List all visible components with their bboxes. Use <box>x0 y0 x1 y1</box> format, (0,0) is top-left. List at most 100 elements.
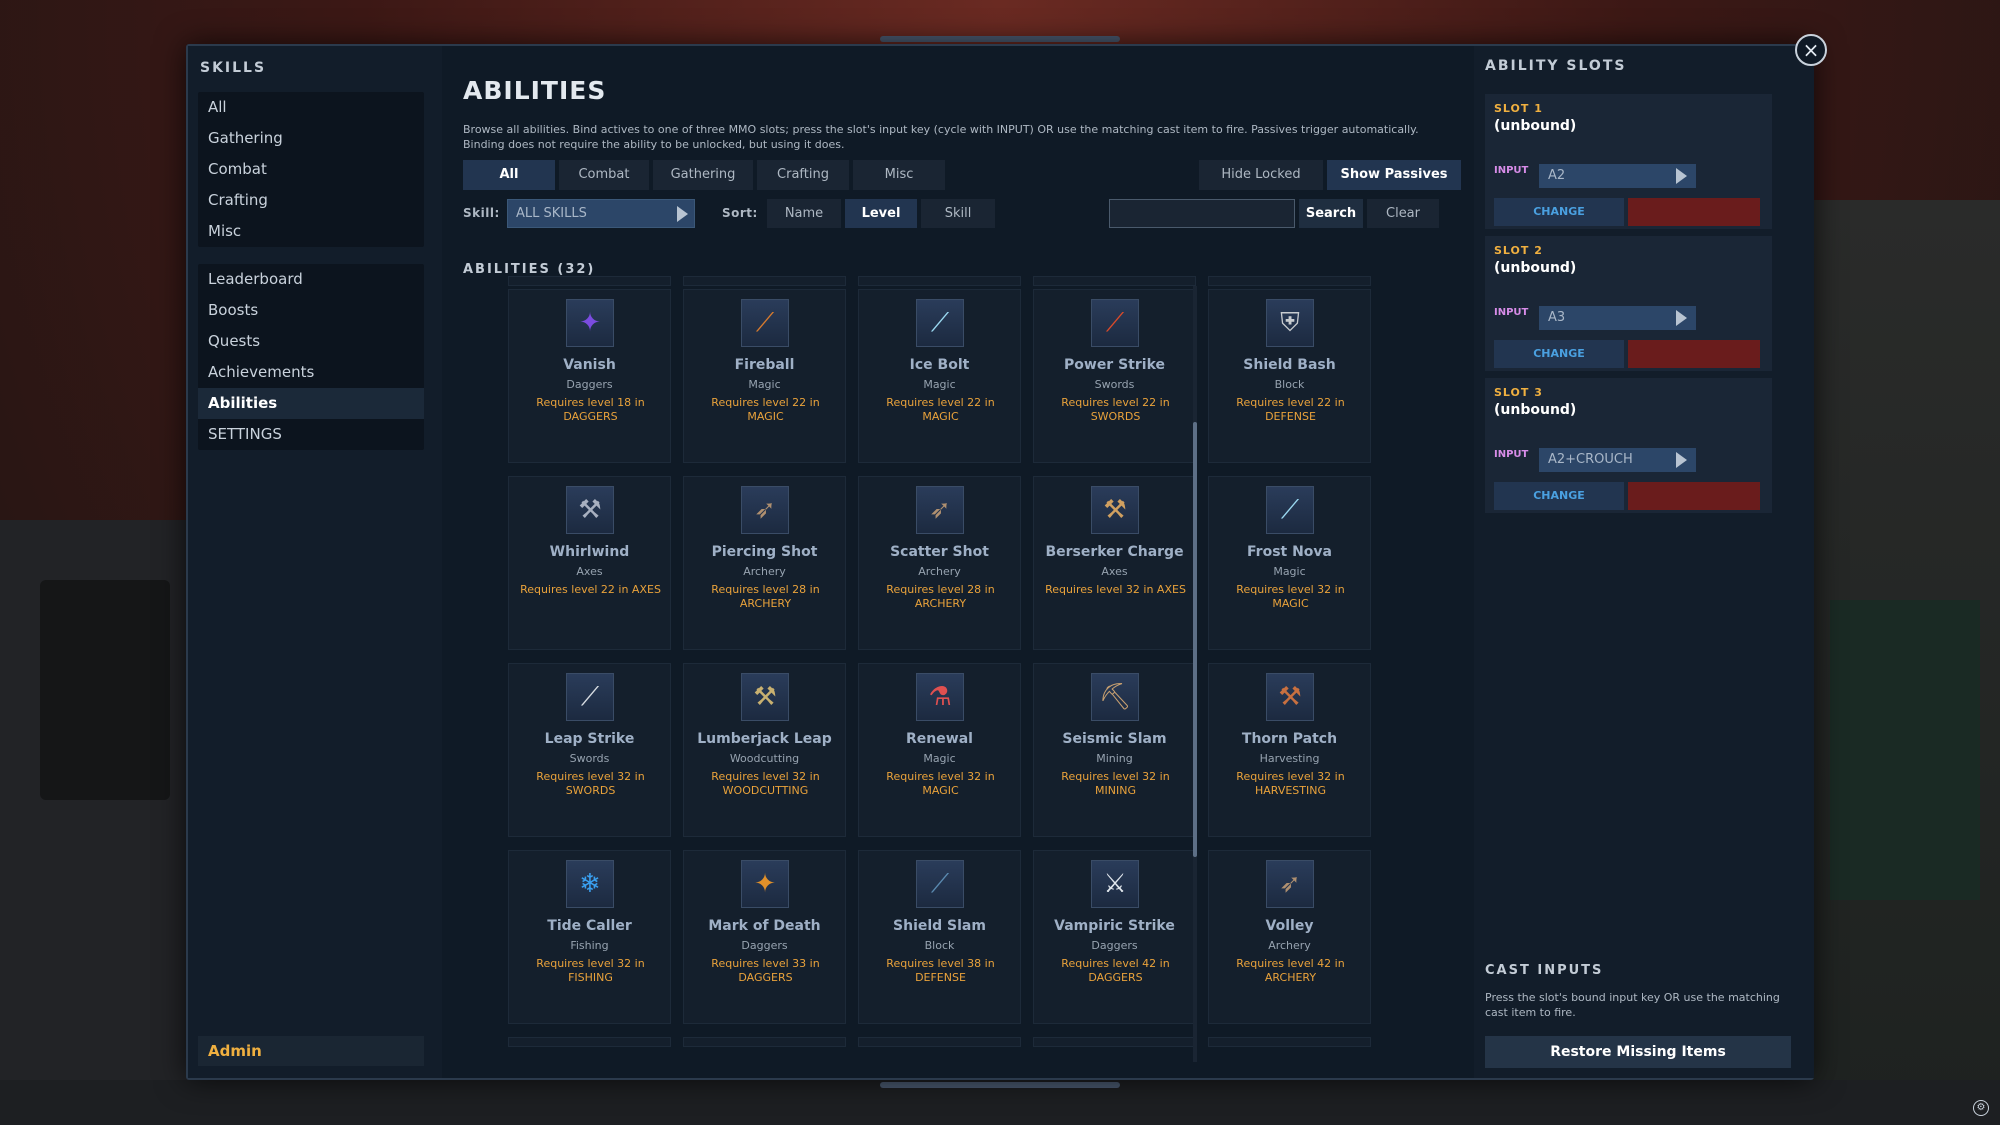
show-passives-toggle[interactable]: Show Passives <box>1327 160 1461 190</box>
ability-card-partial <box>683 1037 846 1047</box>
sidebar-item-abilities[interactable]: Abilities <box>198 388 424 419</box>
change-button[interactable]: CHANGE <box>1494 198 1624 226</box>
ability-card[interactable]: ⛏ Seismic Slam Mining Requires level 32 in … <box>1033 663 1196 837</box>
sidebar-item-achievements[interactable]: Achievements <box>198 357 424 388</box>
sort-level-button[interactable]: Level <box>845 199 917 228</box>
ability-name: Berserker Charge <box>1045 544 1184 560</box>
ability-card[interactable]: ⟋ Shield Slam Block Requires level 38 in DE… <box>858 850 1021 1024</box>
unbind-button[interactable] <box>1628 482 1760 510</box>
ability-card[interactable]: ⚒ Whirlwind Axes Requires level 22 in AXES <box>508 476 671 650</box>
close-icon[interactable]: × <box>1795 34 1827 66</box>
grid-scrollbar-thumb[interactable] <box>1193 422 1197 857</box>
background-pillar <box>1830 600 1980 900</box>
tab-gathering[interactable]: Gathering <box>653 160 753 190</box>
ability-requirement: Requires level 42 in ARCHERY <box>1236 957 1345 984</box>
search-input[interactable] <box>1109 199 1295 228</box>
ability-card[interactable]: ❄ Tide Caller Fishing Requires level 32 in … <box>508 850 671 1024</box>
ability-name: Vampiric Strike <box>1054 918 1175 934</box>
ability-requirement: Requires level 28 in ARCHERY <box>886 583 995 610</box>
ability-skill: Woodcutting <box>729 752 800 765</box>
sidebar-item-admin[interactable]: Admin <box>198 1036 424 1066</box>
ability-skill: Magic <box>923 752 956 765</box>
ability-skill: Daggers <box>566 378 613 391</box>
sidebar-item-settings[interactable]: SETTINGS <box>198 419 424 450</box>
change-button[interactable]: CHANGE <box>1494 340 1624 368</box>
tab-all[interactable]: All <box>463 160 555 190</box>
ability-card[interactable]: ✦ Mark of Death Daggers Requires level 33 i… <box>683 850 846 1024</box>
ability-card[interactable]: ✦ Vanish Daggers Requires level 18 in DAGGE… <box>508 289 671 463</box>
slot-input-cycle[interactable]: A2 <box>1539 164 1696 188</box>
sidebar-item-quests[interactable]: Quests <box>198 326 424 357</box>
skill-select[interactable]: ALL SKILLS <box>507 199 695 228</box>
ability-name: Seismic Slam <box>1062 731 1167 747</box>
abilities-count-header: ABILITIES (32) <box>463 262 596 277</box>
slot-label: SLOT 2 <box>1494 244 1543 257</box>
hide-locked-toggle[interactable]: Hide Locked <box>1199 160 1323 190</box>
sidebar-item-crafting[interactable]: Crafting <box>198 185 424 216</box>
shield-icon: ⛨ <box>1266 299 1314 347</box>
ability-skill: Harvesting <box>1259 752 1320 765</box>
slot-input-value: A2 <box>1548 168 1566 183</box>
ability-card[interactable]: ⛨ Shield Bash Block Requires level 22 in DE… <box>1208 289 1371 463</box>
ability-name: Lumberjack Leap <box>697 731 832 747</box>
ability-grid: ✦ Vanish Daggers Requires level 18 in DAGGE… <box>508 276 1378 1060</box>
tab-combat[interactable]: Combat <box>559 160 649 190</box>
settings-gear-icon[interactable]: ⚙ <box>1973 1100 1989 1116</box>
sidebar-item-leaderboard[interactable]: Leaderboard <box>198 264 424 295</box>
ability-skill: Swords <box>569 752 610 765</box>
slot-input-cycle[interactable]: A2+CROUCH <box>1539 448 1696 472</box>
ability-card[interactable]: ⟋ Frost Nova Magic Requires level 32 in MAG… <box>1208 476 1371 650</box>
sidebar-item-gathering[interactable]: Gathering <box>198 123 424 154</box>
ability-card-partial <box>1208 276 1371 286</box>
ability-card[interactable]: ➶ Scatter Shot Archery Requires level 28 in… <box>858 476 1021 650</box>
slot-input-cycle[interactable]: A3 <box>1539 306 1696 330</box>
sidebar-item-all[interactable]: All <box>198 92 424 123</box>
ability-card[interactable]: ⟋ Ice Bolt Magic Requires level 22 in MAGIC <box>858 289 1021 463</box>
sidebar-item-combat[interactable]: Combat <box>198 154 424 185</box>
change-button[interactable]: CHANGE <box>1494 482 1624 510</box>
background-bench <box>40 580 170 800</box>
slot-label: SLOT 3 <box>1494 386 1543 399</box>
sort-label: Sort: <box>722 206 758 220</box>
ability-requirement: Requires level 22 in SWORDS <box>1061 396 1170 423</box>
hoe-icon: ⚒ <box>1266 673 1314 721</box>
ability-requirement: Requires level 32 in MAGIC <box>1236 583 1345 610</box>
ability-skill: Fishing <box>570 939 609 952</box>
clear-button[interactable]: Clear <box>1367 199 1439 228</box>
ability-slot-1: SLOT 1 (unbound) INPUT A2 CHANGE <box>1485 94 1772 229</box>
sidebar-item-misc[interactable]: Misc <box>198 216 424 247</box>
tab-crafting[interactable]: Crafting <box>757 160 849 190</box>
sidebar-item-boosts[interactable]: Boosts <box>198 295 424 326</box>
arrow-icon: ➶ <box>916 486 964 534</box>
ability-requirement: Requires level 38 in DEFENSE <box>886 957 995 984</box>
slot-value: (unbound) <box>1494 260 1577 276</box>
ability-card[interactable]: ➶ Piercing Shot Archery Requires level 28 i… <box>683 476 846 650</box>
ability-card[interactable]: ⚔ Vampiric Strike Daggers Requires level 42… <box>1033 850 1196 1024</box>
tab-misc[interactable]: Misc <box>853 160 945 190</box>
ability-slot-2: SLOT 2 (unbound) INPUT A3 CHANGE <box>1485 236 1772 371</box>
ability-requirement: Requires level 32 in SWORDS <box>536 770 645 797</box>
ability-card[interactable]: ⟋ Leap Strike Swords Requires level 32 in S… <box>508 663 671 837</box>
ability-card[interactable]: ⚒ Berserker Charge Axes Requires level 32 i… <box>1033 476 1196 650</box>
double-axe-icon: ⚔ <box>1091 860 1139 908</box>
ability-skill: Magic <box>748 378 781 391</box>
search-button[interactable]: Search <box>1299 199 1363 228</box>
ability-card[interactable]: ⟋ Fireball Magic Requires level 22 in MAGIC <box>683 289 846 463</box>
ability-skill: Magic <box>923 378 956 391</box>
ability-requirement: Requires level 32 in MINING <box>1061 770 1170 797</box>
sort-skill-button[interactable]: Skill <box>921 199 995 228</box>
ability-card[interactable]: ⚒ Thorn Patch Harvesting Requires level 32 … <box>1208 663 1371 837</box>
unbind-button[interactable] <box>1628 198 1760 226</box>
flame-sword-icon: ⟋ <box>1091 299 1139 347</box>
battle-axe-icon: ⚒ <box>1091 486 1139 534</box>
sort-name-button[interactable]: Name <box>767 199 841 228</box>
ability-card[interactable]: ⚒ Lumberjack Leap Woodcutting Requires leve… <box>683 663 846 837</box>
unbind-button[interactable] <box>1628 340 1760 368</box>
restore-missing-items-button[interactable]: Restore Missing Items <box>1485 1036 1791 1068</box>
ability-card[interactable]: ⚗ Renewal Magic Requires level 32 in MAGIC <box>858 663 1021 837</box>
ability-card-partial <box>508 1037 671 1047</box>
ability-card[interactable]: ➶ Volley Archery Requires level 42 in ARCHE… <box>1208 850 1371 1024</box>
window-top-ornament <box>880 36 1120 42</box>
ability-slot-3: SLOT 3 (unbound) INPUT A2+CROUCH CHANGE <box>1485 378 1772 513</box>
ability-card[interactable]: ⟋ Power Strike Swords Requires level 22 in … <box>1033 289 1196 463</box>
